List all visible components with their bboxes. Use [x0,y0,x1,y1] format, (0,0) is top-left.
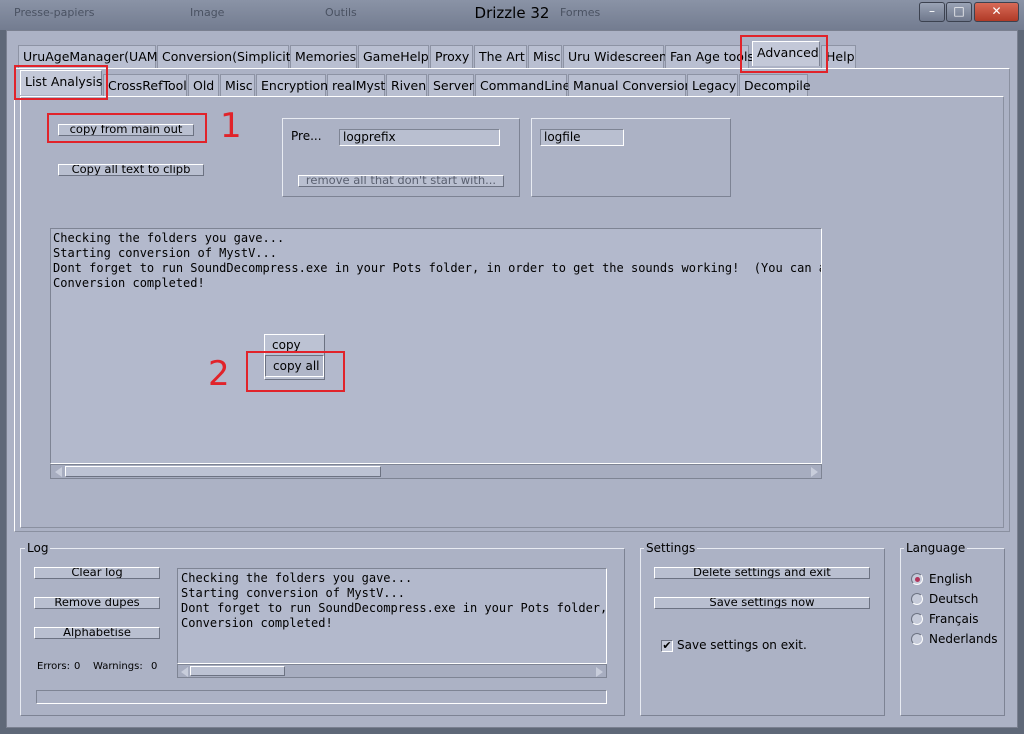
save-on-exit-checkbox[interactable]: ✔ [661,640,673,652]
log-horizontal-scrollbar[interactable] [177,664,607,678]
log-line: Starting conversion of MystV... [181,586,405,600]
tab-manual-conversion[interactable]: Manual Conversion [568,74,692,97]
minimize-button[interactable]: – [919,2,945,22]
log-group-title: Log [25,541,51,555]
highlight-advanced-tab [740,35,828,73]
tab-the-art[interactable]: The Art [474,45,527,68]
radio-deutsch[interactable] [911,593,923,605]
tab-conversion[interactable]: Conversion(Simplicity) [157,45,303,68]
save-on-exit-label: Save settings on exit. [677,638,807,652]
copy-all-to-clipboard-button[interactable]: Copy all text to clipb [58,164,204,176]
tab-memories[interactable]: Memories [290,45,357,68]
language-option-francais[interactable]: Français [929,612,978,626]
tab-uru-widescreen[interactable]: Uru Widescreen [563,45,667,68]
remove-dupes-button[interactable]: Remove dupes [34,597,160,609]
annotation-marker-2: 2 [208,354,230,394]
tab-realmyst[interactable]: realMyst [327,74,385,97]
tab-proxy[interactable]: Proxy [430,45,473,68]
log-line: Conversion completed! [181,616,333,630]
clear-log-button[interactable]: Clear log [34,567,160,579]
language-option-nederlands[interactable]: Nederlands [929,632,997,646]
settings-group-title: Settings [644,541,698,555]
prefix-input[interactable]: logprefix [339,129,500,146]
remove-non-prefixed-button[interactable]: remove all that don't start with... [298,175,504,187]
title-bar: Presse-papiers Image Outils Formes Drizz… [0,0,1024,30]
output-line: Dont forget to run SoundDecompress.exe i… [53,261,822,275]
logfile-input[interactable]: logfile [540,129,624,146]
output-line: Checking the folders you gave... [53,231,285,245]
annotation-marker-1: 1 [220,106,242,146]
log-textarea[interactable]: Checking the folders you gave... Starting… [177,568,607,664]
scroll-right-icon[interactable] [596,667,603,677]
maximize-button[interactable]: □ [946,2,972,22]
language-option-deutsch[interactable]: Deutsch [929,592,978,606]
scroll-thumb[interactable] [190,666,285,676]
output-line: Conversion completed! [53,276,205,290]
warnings-count: 0 [151,661,158,672]
errors-label: Errors: [37,661,70,672]
main-output-textarea[interactable]: Checking the folders you gave... Starting… [50,228,822,464]
tab-crossreftool[interactable]: CrossRefTool [103,74,187,97]
close-button[interactable]: ✕ [974,2,1019,22]
tab-commandline[interactable]: CommandLine [475,74,570,97]
tab-fan-age-tools[interactable]: Fan Age tools [665,45,754,68]
scroll-right-icon[interactable] [811,467,818,477]
prefix-label: Pre... [291,129,322,143]
warnings-label: Warnings: [93,661,143,672]
scroll-left-icon[interactable] [181,667,188,677]
language-group-title: Language [904,541,968,555]
log-line: Checking the folders you gave... [181,571,413,585]
window-title: Drizzle 32 [474,4,550,22]
tab-gamehelp[interactable]: GameHelp [358,45,429,68]
radio-english[interactable] [911,573,923,585]
errors-count: 0 [74,661,81,672]
output-horizontal-scrollbar[interactable] [50,464,822,479]
scroll-thumb[interactable] [65,466,381,477]
tab-riven[interactable]: Riven [386,74,427,97]
tab-sub-misc[interactable]: Misc [220,74,255,97]
output-line: Starting conversion of MystV... [53,246,277,260]
scroll-left-icon[interactable] [55,467,62,477]
tab-decompile[interactable]: Decompile [739,74,811,97]
tab-server[interactable]: Server [428,74,474,97]
save-settings-button[interactable]: Save settings now [654,597,870,609]
tab-misc[interactable]: Misc [528,45,562,68]
highlight-copy-from-main-out [47,113,207,143]
tab-old[interactable]: Old [188,74,219,97]
alphabetise-button[interactable]: Alphabetise [34,627,160,639]
radio-francais[interactable] [911,613,923,625]
highlight-copy-all [246,351,345,392]
delete-settings-button[interactable]: Delete settings and exit [654,567,870,579]
tab-legacy[interactable]: Legacy [687,74,738,97]
tab-encryption[interactable]: Encryption [256,74,328,97]
log-line: Dont forget to run SoundDecompress.exe i… [181,601,607,615]
radio-nederlands[interactable] [911,633,923,645]
progress-bar [36,690,607,704]
highlight-list-analysis-tab [14,65,108,100]
language-option-english[interactable]: English [929,572,972,586]
